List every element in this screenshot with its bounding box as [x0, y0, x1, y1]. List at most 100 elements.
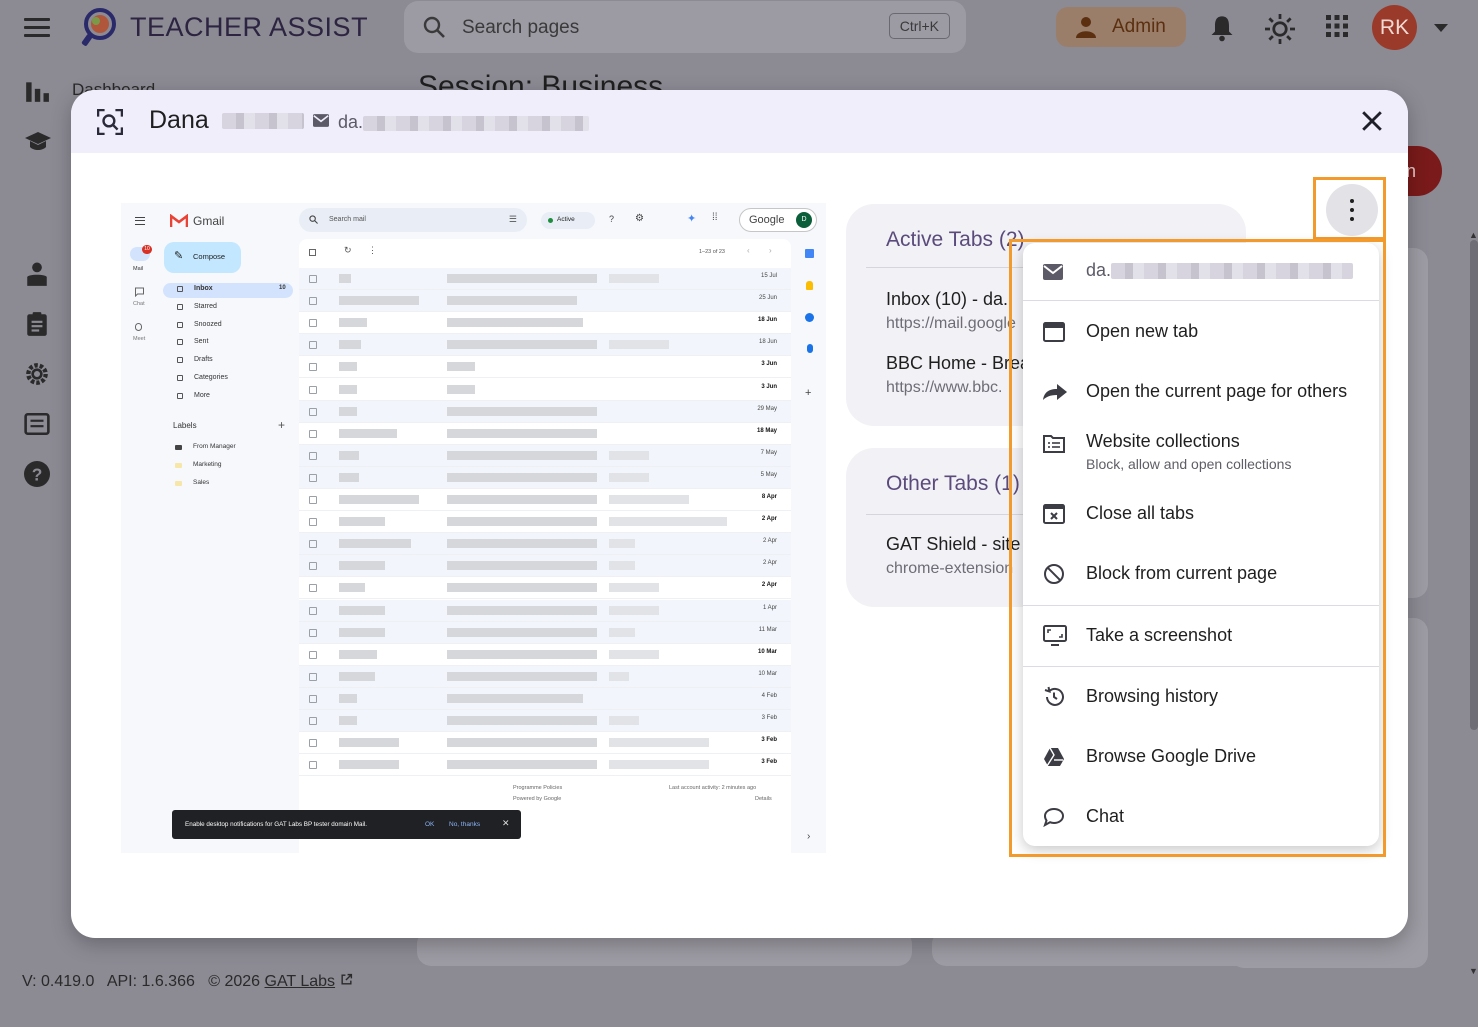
- row-date: 5 May: [760, 471, 777, 478]
- row-checkbox: [309, 628, 317, 637]
- redacted-snippet: [609, 716, 639, 725]
- table-row: 25 Jun: [299, 290, 791, 313]
- other-tabs-title: Other Tabs (1): [886, 472, 1020, 495]
- folder-icon: [177, 357, 183, 363]
- folder-icon: [177, 286, 183, 292]
- highlight-box: [1313, 177, 1386, 240]
- tab-url: chrome-extension: [886, 560, 1014, 577]
- gear-icon[interactable]: [24, 361, 50, 387]
- active-tabs-title: Active Tabs (2): [886, 228, 1025, 251]
- row-date: 25 Jun: [758, 295, 777, 302]
- redacted-sender: [339, 671, 375, 681]
- chevron-right-icon: ›: [807, 831, 811, 842]
- clipboard-icon[interactable]: [24, 311, 50, 337]
- row-checkbox: [309, 584, 317, 593]
- redacted-subject: [447, 495, 597, 504]
- folder-icon: [177, 393, 183, 399]
- tab-title[interactable]: Inbox (10) - da.: [886, 289, 1008, 310]
- row-date: 2 Apr: [762, 538, 777, 545]
- scrollbar[interactable]: [1470, 240, 1478, 730]
- row-date: 2 Apr: [761, 516, 777, 523]
- admin-button[interactable]: Admin: [1056, 7, 1186, 47]
- redacted-sender: [339, 472, 359, 482]
- row-checkbox: [309, 496, 317, 504]
- row-date: 11 Mar: [758, 626, 777, 633]
- redacted-subject: [447, 649, 597, 659]
- api-version-text: API: 1.6.366: [106, 973, 195, 990]
- tasks-icon: [805, 313, 814, 322]
- tab-url: https://www.bbc.: [886, 379, 1003, 396]
- scroll-up-arrow[interactable]: ▲: [1469, 230, 1478, 240]
- page-search[interactable]: Search pages Ctrl+K: [404, 1, 966, 53]
- row-date: 2 Apr: [762, 560, 777, 567]
- help-icon[interactable]: ?: [24, 461, 50, 487]
- row-date: 29 May: [757, 405, 777, 412]
- close-icon: ✕: [502, 818, 510, 828]
- redacted-subject: [447, 274, 597, 283]
- bell-icon[interactable]: [1208, 14, 1236, 42]
- redacted-snippet: [609, 583, 659, 593]
- apps-grid-icon[interactable]: [1325, 14, 1349, 38]
- menu-icon[interactable]: [24, 18, 50, 38]
- app-title: TEACHER ASSIST: [130, 12, 369, 42]
- redacted-sender: [339, 428, 397, 438]
- redacted-snippet: [609, 605, 659, 615]
- redacted-subject: [447, 627, 597, 637]
- search-icon: [309, 215, 318, 224]
- label-tag-icon: [175, 481, 182, 486]
- pencil-icon: ✎: [174, 250, 184, 262]
- redacted-snippet: [609, 450, 649, 460]
- user-avatar[interactable]: RK: [1372, 5, 1417, 50]
- student-email: da.: [338, 112, 590, 133]
- gat-labs-link[interactable]: GAT Labs: [265, 973, 336, 990]
- scroll-down-arrow[interactable]: ▼: [1469, 966, 1478, 976]
- row-date: 2 Apr: [761, 582, 777, 589]
- gmail-folder: Drafts: [177, 356, 289, 368]
- table-row: 18 Jun: [299, 312, 791, 335]
- row-checkbox: [309, 739, 317, 748]
- redacted-sender: [339, 716, 357, 725]
- labels-title: Labels: [173, 421, 197, 430]
- row-checkbox: [309, 473, 317, 482]
- row-date: 7 May: [760, 449, 777, 456]
- row-checkbox: [309, 606, 317, 615]
- redacted-sender: [339, 495, 419, 504]
- close-icon[interactable]: [1361, 110, 1383, 132]
- person-icon: [1076, 17, 1096, 38]
- chevron-down-icon[interactable]: [1434, 24, 1448, 32]
- redacted-snippet: [609, 649, 659, 659]
- teacher-icon[interactable]: [24, 262, 50, 288]
- gmail-folder: Inbox 10: [177, 285, 289, 297]
- help-icon: ?: [609, 214, 615, 224]
- table-row: 29 May: [299, 400, 791, 423]
- plus-icon: +: [278, 418, 286, 432]
- redacted-subject: [447, 539, 597, 549]
- redacted-subject: [447, 472, 597, 482]
- table-row: 2 Apr: [299, 511, 791, 534]
- redacted-sender: [339, 760, 399, 770]
- row-checkbox: [309, 717, 317, 725]
- redacted-sender: [339, 318, 367, 328]
- graduation-cap-icon[interactable]: [24, 129, 52, 155]
- redacted-subject: [447, 384, 475, 394]
- redacted-snippet: [609, 517, 727, 527]
- redacted-sender: [339, 627, 385, 637]
- message-box-icon[interactable]: [24, 411, 50, 437]
- redacted-subject: [447, 605, 597, 615]
- row-checkbox: [309, 451, 317, 460]
- brightness-icon[interactable]: [1265, 14, 1295, 44]
- folder-icon: [177, 339, 183, 345]
- bar-chart-icon[interactable]: [24, 78, 50, 104]
- table-row: 10 Mar: [299, 665, 791, 688]
- table-row: 2 Apr: [299, 555, 791, 578]
- copyright-text: © 2026: [208, 973, 261, 990]
- tab-title[interactable]: GAT Shield - site: [886, 534, 1020, 555]
- chevron-left-icon: ‹: [747, 246, 750, 255]
- live-screenshot[interactable]: 10 Mail Chat Meet Gmail ✎ Compose Inbox 1…: [121, 203, 826, 853]
- table-row: 5 May: [299, 466, 791, 489]
- gmail-sidebar: Gmail ✎ Compose Inbox 10 Starred Snoozed Sen…: [157, 203, 299, 853]
- row-date: 1 Apr: [762, 604, 777, 611]
- redacted-snippet: [609, 274, 659, 283]
- row-checkbox: [309, 297, 317, 306]
- gmail-folder: Sent: [177, 338, 289, 350]
